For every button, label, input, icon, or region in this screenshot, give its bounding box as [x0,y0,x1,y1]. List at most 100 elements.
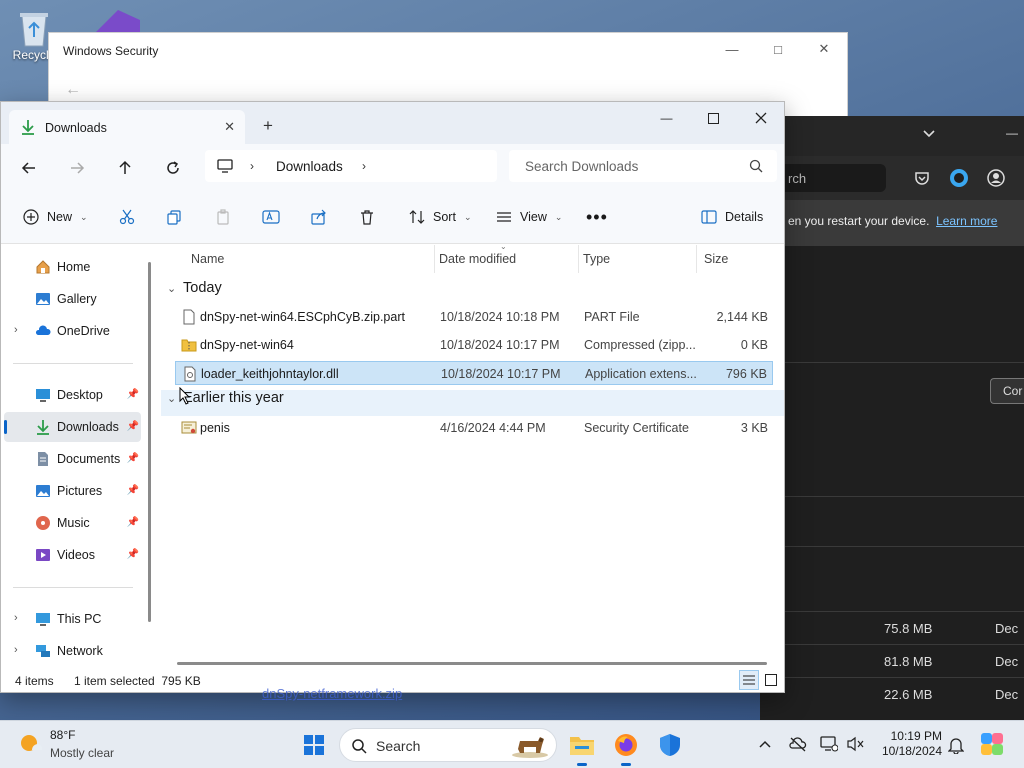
volume-muted-icon[interactable] [847,736,865,752]
breadcrumb[interactable]: Downloads [276,159,343,174]
temperature[interactable]: 88°F [50,728,75,742]
browser-window[interactable]: — rch en you restart your device. Learn … [760,116,1024,720]
column-header-type[interactable]: Type [583,245,697,273]
refresh-button[interactable] [161,156,185,180]
rename-button[interactable] [262,190,280,244]
file-explorer-window[interactable]: Downloads ✕ + — › Downloads › Search Dow… [0,101,785,693]
chevron-right-icon[interactable]: › [362,159,366,173]
pin-icon[interactable]: 📌 [127,421,139,432]
chevron-right-icon[interactable]: › [14,644,18,656]
search-input[interactable]: Search Downloads [509,150,777,182]
maximize-button[interactable]: □ [755,33,801,65]
delete-button[interactable] [359,190,375,244]
file-explorer-taskbar-icon[interactable] [566,729,598,766]
file-row[interactable]: dnSpy-net-win64.ESCphCyB.zip.part 10/18/… [175,305,773,329]
close-button[interactable]: ✕ [801,33,847,65]
close-button[interactable] [737,102,784,134]
details-view-button[interactable] [739,670,759,690]
sidebar-item-music[interactable]: Music 📌 [4,508,141,538]
account-icon[interactable] [987,169,1005,187]
browser-search-input[interactable]: rch [778,164,886,192]
weather-icon[interactable] [16,730,44,758]
cut-button[interactable] [119,190,135,244]
browser-action-button[interactable]: Cor [990,378,1024,404]
clock[interactable]: 10:19 PM 10/18/2024 [878,729,942,759]
pin-icon[interactable]: 📌 [127,453,139,464]
horizontal-scrollbar[interactable] [177,662,767,665]
pocket-icon[interactable] [914,170,930,186]
chevron-up-icon[interactable] [758,737,772,751]
share-button[interactable] [311,190,327,244]
start-button[interactable] [298,729,330,761]
chevron-right-icon[interactable]: › [14,612,18,624]
file-type: PART File [584,310,640,324]
download-row[interactable]: 81.8 MB Dec [760,644,1024,677]
sidebar-item-gallery[interactable]: Gallery [4,284,141,314]
back-button[interactable] [17,156,41,180]
sidebar-item-videos[interactable]: Videos 📌 [4,540,141,570]
pin-icon[interactable]: 📌 [127,517,139,528]
file-date: 4/16/2024 4:44 PM [440,421,546,435]
group-header-earlier[interactable]: ⌄ Earlier this year [161,390,784,416]
weather-condition[interactable]: Mostly clear [50,746,114,760]
close-tab-icon[interactable]: ✕ [224,119,235,135]
details-pane-button[interactable]: Details [701,190,763,244]
pin-icon[interactable]: 📌 [127,389,139,400]
back-arrow-icon[interactable]: ← [65,81,81,99]
taskbar-search[interactable]: Search [339,728,557,762]
sidebar-item-onedrive[interactable]: › OneDrive [4,316,141,346]
windows-security-taskbar-icon[interactable] [654,729,686,761]
sidebar-item-desktop[interactable]: Desktop 📌 [4,380,141,410]
chevron-right-icon[interactable]: › [250,159,254,173]
sidebar-item-this-pc[interactable]: › This PC [4,604,141,634]
cloud-offline-icon[interactable] [789,736,807,752]
downloads-progress-icon[interactable] [949,168,969,188]
tab-downloads[interactable]: Downloads ✕ [9,110,245,144]
file-row-selected[interactable]: loader_keithjohntaylor.dll 10/18/2024 10… [175,361,773,385]
view-button[interactable]: View ⌄ [496,190,562,244]
download-row[interactable]: 75.8 MB Dec [760,611,1024,644]
trash-icon [361,210,373,225]
sidebar-item-network[interactable]: › Network [4,636,141,666]
sidebar-item-documents[interactable]: Documents 📌 [4,444,141,474]
copilot-icon[interactable] [979,731,1005,757]
file-row[interactable]: dnSpy-net-win64 10/18/2024 10:17 PM Comp… [175,333,773,357]
column-header-size[interactable]: Size [704,245,774,273]
notification-bell-icon[interactable] [948,736,964,754]
chevron-down-icon[interactable] [922,127,936,141]
up-button[interactable] [113,156,137,180]
file-row[interactable]: penis 4/16/2024 4:44 PM Security Certifi… [175,416,773,440]
forward-button[interactable] [65,156,89,180]
maximize-button[interactable] [690,102,737,134]
sort-button[interactable]: Sort ⌄ [409,190,471,244]
sidebar-item-pictures[interactable]: Pictures 📌 [4,476,141,506]
tiles-view-button[interactable] [761,670,781,690]
new-tab-button[interactable]: + [263,116,273,136]
sidebar-item-home[interactable]: Home [4,252,141,282]
copy-button[interactable] [166,190,182,244]
sidebar-item-downloads[interactable]: Downloads 📌 [4,412,141,442]
group-header-today[interactable]: ⌄ Today [167,280,222,306]
minimize-button[interactable]: — [1006,126,1018,140]
taskbar: 88°F Mostly clear Search 10:19 PM 10/18/… [0,720,1024,768]
paste-button[interactable] [215,190,231,244]
chevron-right-icon[interactable]: › [14,324,18,336]
firefox-taskbar-icon[interactable] [610,729,642,766]
download-link[interactable]: dnSpy-netframework.zip [262,686,402,701]
pin-icon[interactable]: 📌 [127,549,139,560]
copy-icon [167,210,181,225]
column-header-name[interactable]: Name [191,245,435,273]
minimize-button[interactable]: — [643,102,690,134]
network-status-icon[interactable] [820,736,838,752]
download-row[interactable]: 22.6 MB Dec [760,677,1024,710]
minimize-button[interactable]: — [709,33,755,65]
file-size: 796 KB [725,367,767,381]
more-options-icon[interactable]: ••• [586,190,608,244]
new-button[interactable]: New ⌄ [23,190,88,244]
address-bar[interactable]: › Downloads › [205,150,497,182]
nav-scrollbar[interactable] [148,262,151,622]
column-header-date[interactable]: Date modified [439,245,579,273]
learn-more-link[interactable]: Learn more [936,214,997,228]
plus-circle-icon [23,209,39,225]
pin-icon[interactable]: 📌 [127,485,139,496]
